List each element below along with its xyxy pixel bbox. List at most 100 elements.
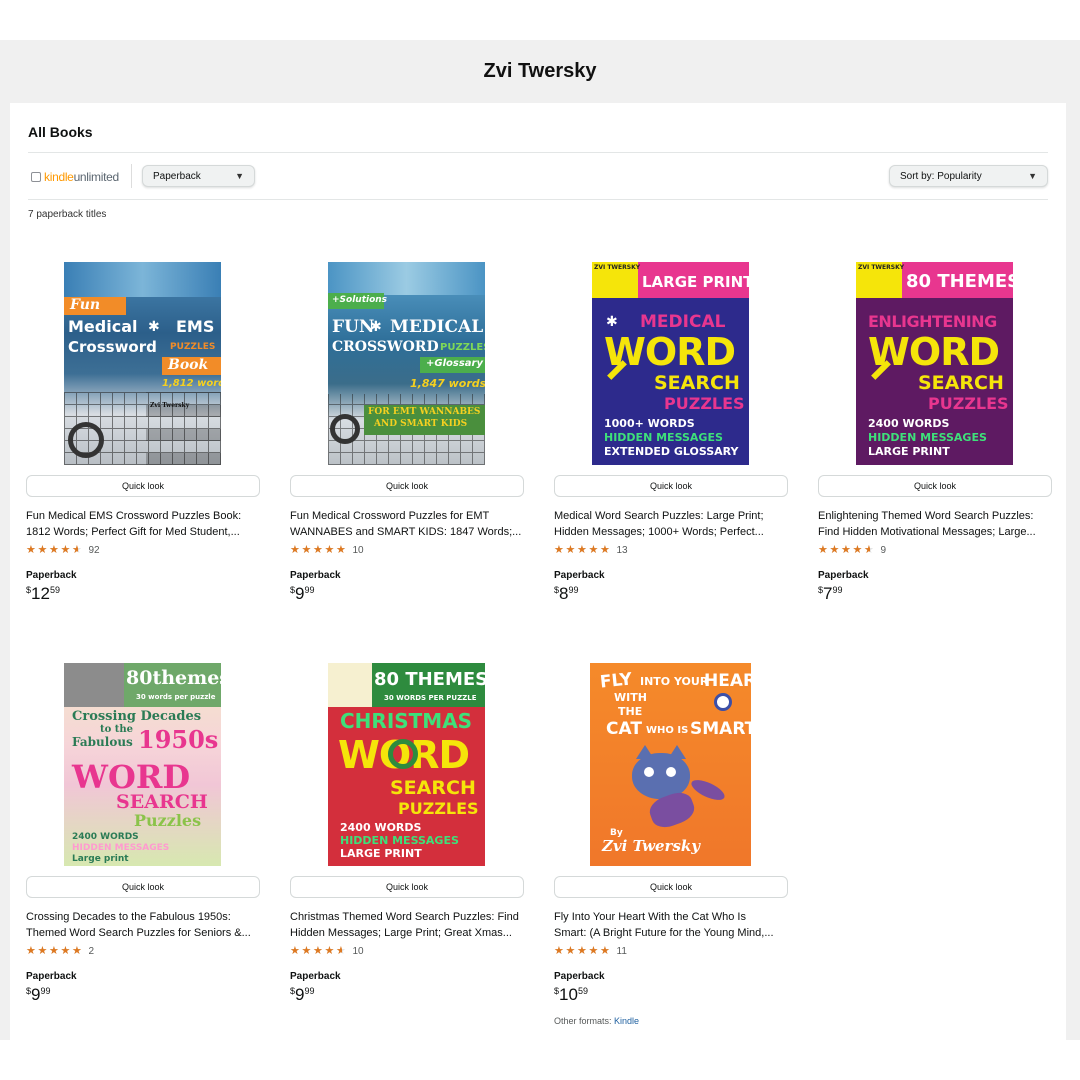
star-icon: ★ ★ [49, 945, 59, 957]
price[interactable]: $7 99 [818, 584, 843, 604]
quick-look-button[interactable]: Quick look [290, 876, 524, 898]
star-icon: ★ ★ [818, 544, 828, 556]
price[interactable]: $9 99 [290, 985, 315, 1005]
star-icon: ★ ★ [565, 544, 576, 556]
book-title-link[interactable]: Medical Word Search Puzzles: Large Print… [554, 509, 788, 540]
quick-look-button[interactable]: Quick look [818, 475, 1052, 497]
star-icon: ★ ★ [588, 945, 599, 957]
star-icon: ★ ★ [313, 544, 323, 556]
sort-select[interactable]: Sort by: Popularity ▼ [889, 165, 1048, 187]
book-cover-image[interactable]: +Solutions FUN ✱ MEDICAL CROSSWORD PUZZL… [328, 262, 485, 465]
filter-separator [131, 164, 132, 188]
rating[interactable]: ★ ★ ★ ★ ★ ★ ★ ★ ★ ★ 10 [290, 946, 364, 958]
sort-select-value: Sort by: Popularity [900, 170, 982, 182]
rating[interactable]: ★ ★ ★ ★ ★ ★ ★ ★ ★ ★ 92 [26, 545, 100, 557]
format-label[interactable]: Paperback [290, 570, 341, 581]
book-title-link[interactable]: Fun Medical Crossword Puzzles for EMT WAN… [290, 509, 524, 540]
star-icon: ★ ★ [336, 544, 346, 556]
star-rating-icon: ★ ★ ★ ★ ★ ★ ★ ★ ★ ★ [554, 545, 612, 556]
star-icon: ★ ★ [841, 544, 851, 556]
format-label[interactable]: Paperback [26, 971, 77, 982]
rating-count[interactable]: 13 [617, 545, 628, 556]
star-icon: ★ ★ [600, 945, 610, 957]
rating[interactable]: ★ ★ ★ ★ ★ ★ ★ ★ ★ ★ 2 [26, 946, 95, 958]
chevron-down-icon: ▼ [235, 171, 244, 181]
chevron-down-icon: ▼ [1028, 171, 1037, 181]
quick-look-button[interactable]: Quick look [554, 876, 788, 898]
book-title-link[interactable]: Enlightening Themed Word Search Puzzles:… [818, 509, 1052, 540]
rating-count[interactable]: 11 [617, 946, 627, 957]
kindle-unlimited-checkbox[interactable] [31, 172, 41, 182]
format-label[interactable]: Paperback [554, 971, 605, 982]
star-icon: ★ ★ [72, 945, 82, 957]
format-label[interactable]: Paperback [554, 570, 605, 581]
star-rating-icon: ★ ★ ★ ★ ★ ★ ★ ★ ★ ★ [290, 946, 348, 957]
rating[interactable]: ★ ★ ★ ★ ★ ★ ★ ★ ★ ★ 10 [290, 544, 364, 557]
book-cover-image[interactable]: 80 THEMES 30 WORDS PER PUZZLE CHRISTMAS … [328, 663, 485, 866]
book-cover-image[interactable]: 80themes 30 words per puzzle Crossing De… [64, 663, 221, 866]
book-title-link[interactable]: Christmas Themed Word Search Puzzles: Fi… [290, 910, 524, 941]
rating-count[interactable]: 9 [881, 545, 887, 556]
quick-look-button[interactable]: Quick look [26, 876, 260, 898]
price[interactable]: $9 99 [26, 985, 51, 1005]
star-rating-icon: ★ ★ ★ ★ ★ ★ ★ ★ ★ ★ [554, 946, 612, 957]
rating-count[interactable]: 92 [89, 545, 100, 556]
kindle-unlimited-filter[interactable]: kindle unlimited [31, 170, 119, 184]
kindle-unlimited-logo-kindle: kindle [44, 170, 74, 184]
rating[interactable]: ★ ★ ★ ★ ★ ★ ★ ★ ★ ★ 9 [818, 545, 887, 557]
star-icon: ★ ★ [324, 945, 335, 957]
star-icon: ★ ★ [577, 544, 587, 556]
star-icon: ★ ★ [554, 945, 564, 957]
star-rating-icon: ★ ★ ★ ★ ★ ★ ★ ★ ★ ★ [26, 545, 84, 556]
star-icon: ★ ★ [313, 945, 323, 957]
books-panel: All Books kindle unlimited Paperback ▼ So… [10, 103, 1066, 1043]
price[interactable]: $9 99 [290, 584, 315, 604]
format-label[interactable]: Paperback [818, 570, 869, 581]
book-cover-image[interactable]: Fun Medical ✱ EMS Crossword PUZZLES Book… [64, 262, 221, 465]
book-title-link[interactable]: Fly Into Your Heart With the Cat Who Is S… [554, 910, 788, 941]
section-heading: All Books [28, 124, 93, 140]
kindle-format-link[interactable]: Kindle [614, 1016, 639, 1026]
rating-count[interactable]: 10 [353, 545, 364, 556]
kindle-unlimited-logo-unlimited: unlimited [73, 170, 120, 184]
price[interactable]: $12 59 [26, 584, 60, 604]
star-icon: ★ ★ [72, 544, 82, 556]
star-icon: ★ ★ [864, 544, 874, 556]
book-cover-image[interactable]: ZVI TWERSKY LARGE PRINT ✱ MEDICAL WORD S… [592, 262, 749, 465]
star-rating-icon: ★ ★ ★ ★ ★ ★ ★ ★ ★ ★ [26, 946, 84, 957]
star-icon: ★ ★ [554, 544, 564, 556]
book-cover-image[interactable]: FLY INTO YOUR HEART WITH THE CAT WHO IS … [590, 663, 751, 866]
rating-count[interactable]: 10 [353, 946, 364, 957]
star-icon: ★ ★ [577, 945, 587, 957]
star-icon: ★ ★ [301, 945, 312, 957]
star-icon: ★ ★ [565, 945, 576, 957]
price[interactable]: $10 59 [554, 985, 588, 1005]
star-icon: ★ ★ [60, 945, 71, 957]
rating[interactable]: ★ ★ ★ ★ ★ ★ ★ ★ ★ ★ 13 [554, 545, 628, 557]
format-label[interactable]: Paperback [290, 971, 341, 982]
format-label[interactable]: Paperback [26, 570, 77, 581]
divider [28, 152, 1048, 153]
rating-count[interactable]: 2 [89, 946, 95, 957]
quick-look-button[interactable]: Quick look [290, 475, 524, 497]
format-select[interactable]: Paperback ▼ [142, 165, 255, 187]
book-cover-image[interactable]: ZVI TWERSKY 80 THEMES ENLIGHTENING WORD … [856, 262, 1013, 465]
star-icon: ★ ★ [60, 544, 71, 556]
quick-look-button[interactable]: Quick look [26, 475, 260, 497]
star-icon: ★ ★ [26, 945, 36, 957]
quick-look-button[interactable]: Quick look [554, 475, 788, 497]
rating[interactable]: ★ ★ ★ ★ ★ ★ ★ ★ ★ ★ 11 [554, 946, 627, 958]
star-icon: ★ ★ [26, 544, 36, 556]
divider [28, 199, 1048, 200]
price[interactable]: $8 99 [554, 584, 579, 604]
other-formats: Other formats: Kindle [554, 1016, 640, 1026]
star-rating-icon: ★ ★ ★ ★ ★ ★ ★ ★ ★ ★ [818, 545, 876, 556]
star-icon: ★ ★ [852, 544, 863, 556]
format-select-value: Paperback [153, 170, 201, 182]
star-icon: ★ ★ [324, 544, 335, 556]
star-icon: ★ ★ [600, 544, 610, 556]
book-title-link[interactable]: Crossing Decades to the Fabulous 1950s: T… [26, 910, 260, 941]
star-icon: ★ ★ [37, 945, 48, 957]
book-title-link[interactable]: Fun Medical EMS Crossword Puzzles Book: 1… [26, 509, 260, 540]
star-icon: ★ ★ [290, 544, 300, 556]
